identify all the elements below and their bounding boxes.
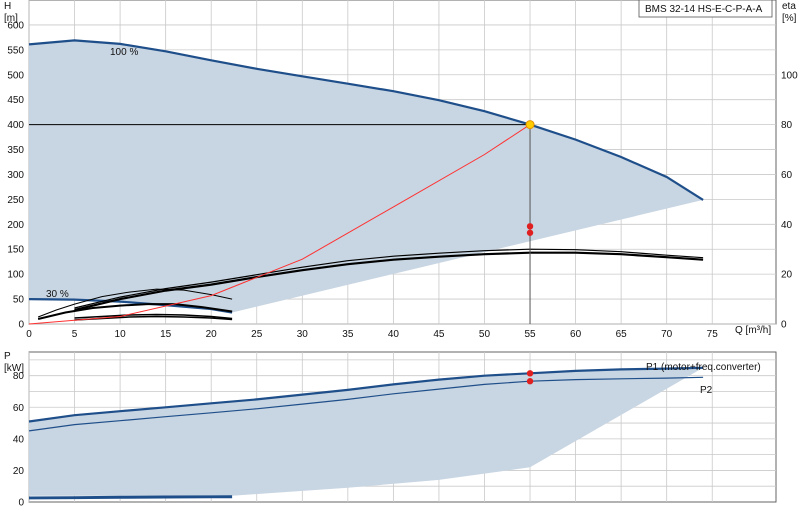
eta-tick-label: 80 <box>781 120 793 131</box>
pump-model-label: BMS 32-14 HS-E-C-P-A-A <box>645 4 763 15</box>
head-y-tick-label: 450 <box>7 95 24 106</box>
flow-tick-label: 0 <box>26 329 32 340</box>
flow-tick-label: 65 <box>616 329 628 340</box>
speed-30-label: 30 % <box>46 289 69 300</box>
head-y-tick-label: 150 <box>7 245 24 256</box>
flow-tick-label: 15 <box>160 329 172 340</box>
power-y-tick-label: 60 <box>13 403 25 414</box>
head-y-axis: 050100150200250300350400450500550600 <box>7 20 24 330</box>
flow-tick-label: 25 <box>251 329 263 340</box>
power-axis-unit: [kW] <box>4 363 24 374</box>
eta-tick-label: 100 <box>781 70 798 81</box>
flow-tick-label: 35 <box>342 329 354 340</box>
p1-series-label: P1 (motor+freq.converter) <box>646 362 761 373</box>
eta-tick-label: 0 <box>781 320 787 331</box>
flow-tick-label: 45 <box>433 329 445 340</box>
power-y-axis: 020406080 <box>13 371 25 508</box>
flow-tick-label: 30 <box>297 329 309 340</box>
eta-tick-label: 20 <box>781 270 793 281</box>
head-y-tick-label: 500 <box>7 70 24 81</box>
power-y-tick-label: 40 <box>13 434 25 445</box>
eta-tick-label: 60 <box>781 170 793 181</box>
head-band-area <box>29 40 704 313</box>
flow-tick-label: 50 <box>479 329 491 340</box>
flow-tick-label: 5 <box>72 329 78 340</box>
eta-axis: 0 20 40 60 80 100 <box>781 70 798 330</box>
head-operating-band <box>29 40 704 313</box>
chart-svg: 050100150200250300350400450500550600 020… <box>4 0 798 509</box>
head-axis-unit: [m] <box>4 13 18 24</box>
head-y-tick-label: 250 <box>7 195 24 206</box>
power-y-tick-label: 0 <box>18 498 24 509</box>
flow-tick-label: 20 <box>206 329 218 340</box>
eta-tick-label: 40 <box>781 220 793 231</box>
p1-duty-point <box>526 370 534 377</box>
flow-x-axis: 0 5 10 15 20 25 30 35 40 45 50 55 60 65 70 75 <box>26 329 718 340</box>
head-y-tick-label: 50 <box>13 295 25 306</box>
efficiency-duty-point <box>526 229 534 236</box>
head-y-tick-label: 0 <box>18 320 24 331</box>
head-y-tick-label: 300 <box>7 170 24 181</box>
p2-duty-point <box>526 378 534 385</box>
flow-axis-label: Q [m³/h] <box>735 325 771 336</box>
head-y-tick-label: 550 <box>7 45 24 56</box>
flow-tick-label: 70 <box>661 329 673 340</box>
head-y-tick-label: 200 <box>7 220 24 231</box>
efficiency-duty-point <box>526 223 534 230</box>
p2-series-label: P2 <box>700 385 713 396</box>
head-y-tick-label: 400 <box>7 120 24 131</box>
flow-tick-label: 10 <box>115 329 127 340</box>
flow-tick-label: 40 <box>388 329 400 340</box>
head-y-tick-label: 350 <box>7 145 24 156</box>
flow-tick-label: 75 <box>707 329 719 340</box>
pump-performance-chart: 0 50 100 150 200 250 300 350 400 450 500 550 600 0 20… <box>0 0 800 520</box>
power-axis-label: P <box>4 351 11 362</box>
operating-point-marker <box>525 120 535 130</box>
eta-axis-unit: [%] <box>782 13 797 24</box>
flow-tick-label: 60 <box>570 329 582 340</box>
power-y-tick-label: 20 <box>13 466 25 477</box>
head-y-tick-label: 100 <box>7 270 24 281</box>
head-axis-label: H <box>4 1 11 12</box>
eta-axis-label: eta <box>782 1 796 12</box>
flow-tick-label: 55 <box>524 329 536 340</box>
speed-100-label: 100 % <box>110 47 138 58</box>
